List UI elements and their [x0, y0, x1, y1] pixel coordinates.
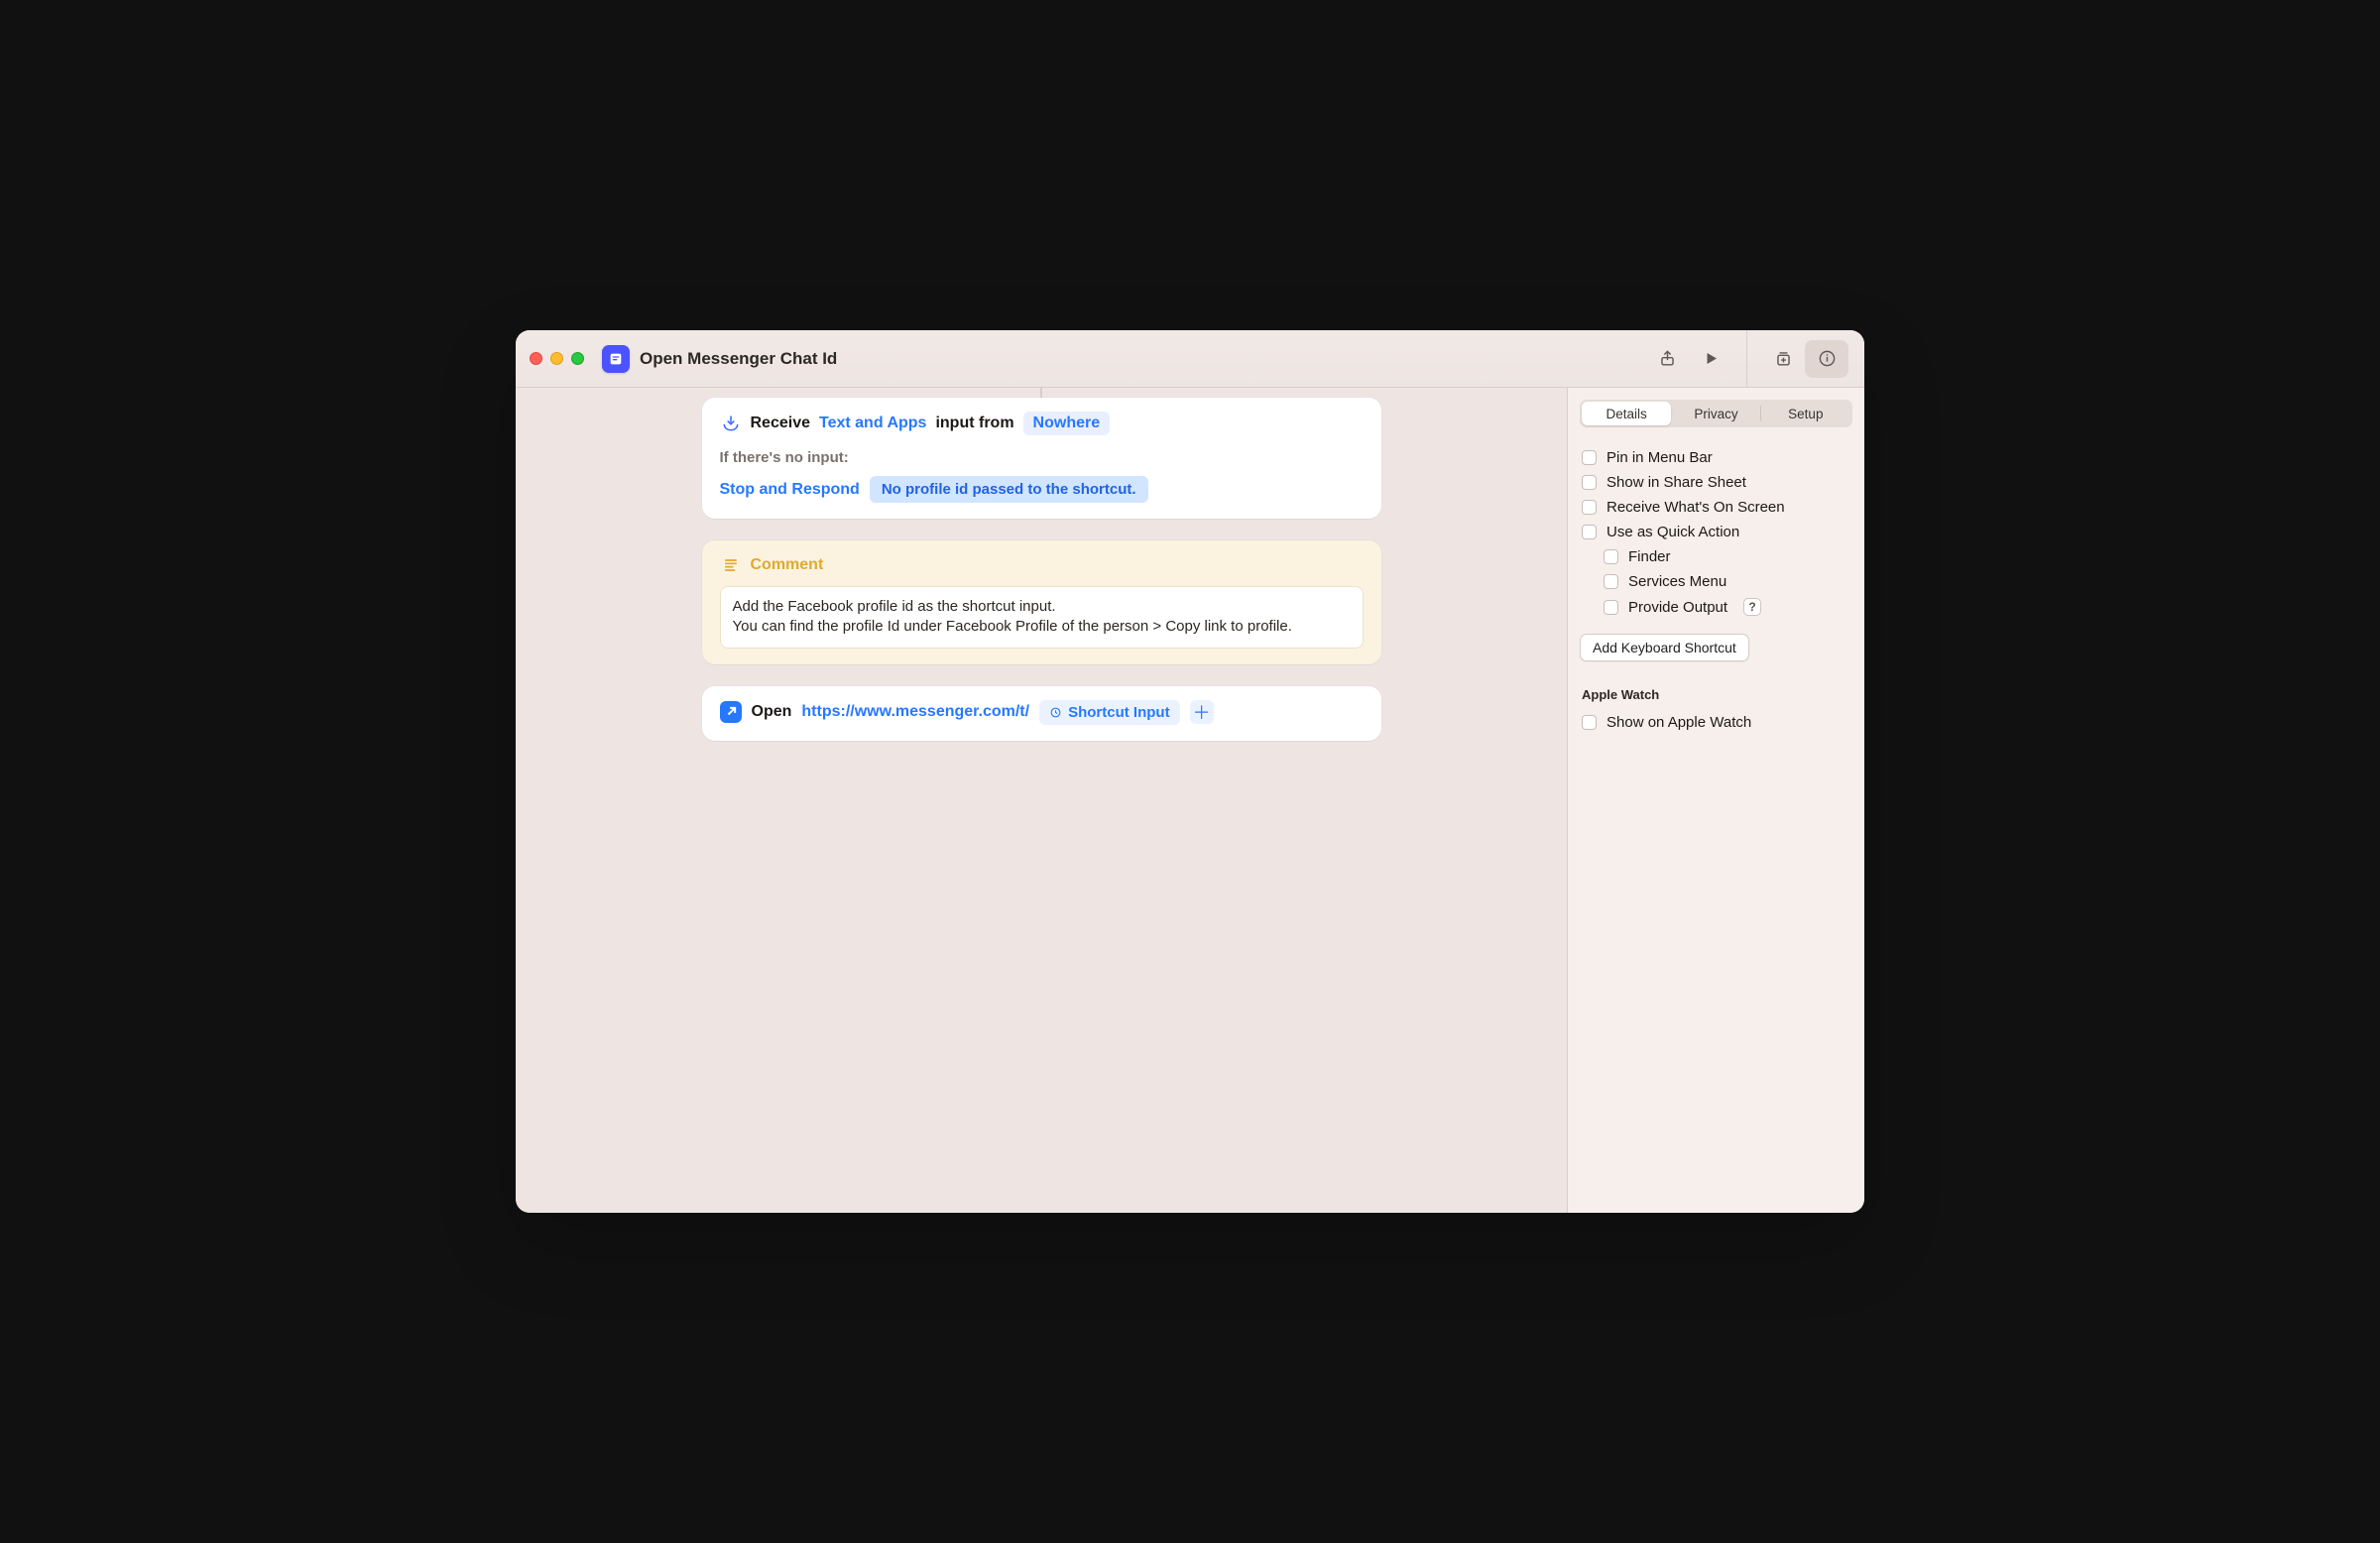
receive-icon [720, 413, 742, 434]
check-show-apple-watch[interactable]: Show on Apple Watch [1580, 710, 1852, 735]
apple-watch-section-title: Apple Watch [1582, 687, 1852, 702]
comment-title: Comment [751, 556, 824, 574]
open-url-variable-label: Shortcut Input [1068, 704, 1169, 721]
window-title: Open Messenger Chat Id [640, 349, 837, 369]
open-verb: Open [752, 703, 792, 721]
check-finder[interactable]: Finder [1580, 544, 1852, 569]
action-receive-input[interactable]: Receive Text and Apps input from Nowhere… [702, 398, 1381, 519]
run-button[interactable] [1689, 340, 1732, 378]
receive-types-token[interactable]: Text and Apps [819, 415, 926, 432]
check-pin-menu-bar[interactable]: Pin in Menu Bar [1580, 445, 1852, 470]
no-input-message-token[interactable]: No profile id passed to the shortcut. [870, 476, 1148, 503]
no-input-action-token[interactable]: Stop and Respond [720, 481, 860, 499]
shortcut-app-icon [602, 345, 630, 373]
check-label: Finder [1628, 548, 1671, 565]
editor-body: Receive Text and Apps input from Nowhere… [516, 388, 1864, 1213]
action-canvas[interactable]: Receive Text and Apps input from Nowhere… [516, 388, 1567, 1213]
check-label: Provide Output [1628, 599, 1727, 616]
comment-icon [720, 554, 742, 576]
share-button[interactable] [1645, 340, 1689, 378]
checkbox[interactable] [1582, 450, 1597, 465]
action-open-url[interactable]: Open https://www.messenger.com/t/ Shortc… [702, 686, 1381, 741]
toolbar: Open Messenger Chat Id [516, 330, 1864, 388]
check-label: Use as Quick Action [1606, 524, 1739, 540]
receive-source-token[interactable]: Nowhere [1023, 412, 1111, 435]
no-input-heading: If there's no input: [720, 449, 1364, 466]
action-comment[interactable]: Comment Add the Facebook profile id as t… [702, 540, 1381, 664]
check-label: Show in Share Sheet [1606, 474, 1746, 491]
add-keyboard-shortcut-button[interactable]: Add Keyboard Shortcut [1580, 634, 1749, 661]
check-share-sheet[interactable]: Show in Share Sheet [1580, 470, 1852, 495]
inspector-button[interactable] [1805, 340, 1848, 378]
receive-mid-text: input from [935, 415, 1013, 432]
help-icon[interactable]: ? [1743, 598, 1761, 616]
magic-variable-icon [1049, 706, 1062, 719]
checkbox[interactable] [1604, 574, 1618, 589]
check-provide-output[interactable]: Provide Output ? [1580, 594, 1852, 620]
close-window-button[interactable] [530, 352, 542, 365]
toolbar-right [1645, 330, 1864, 387]
library-button[interactable] [1761, 340, 1805, 378]
check-quick-action[interactable]: Use as Quick Action [1580, 520, 1852, 544]
open-url-add-variable[interactable]: ＋ [1190, 700, 1214, 724]
toolbar-divider [1746, 330, 1747, 388]
check-services-menu[interactable]: Services Menu [1580, 569, 1852, 594]
check-label: Services Menu [1628, 573, 1726, 590]
open-url-variable[interactable]: Shortcut Input [1039, 700, 1179, 725]
check-label: Receive What's On Screen [1606, 499, 1785, 516]
zoom-window-button[interactable] [571, 352, 584, 365]
inspector-sidebar: Details Privacy Setup Pin in Menu Bar Sh… [1567, 388, 1864, 1213]
checkbox[interactable] [1582, 715, 1597, 730]
open-url-icon [720, 701, 742, 723]
shortcuts-editor-window: Open Messenger Chat Id [516, 330, 1864, 1213]
checkbox[interactable] [1582, 475, 1597, 490]
receive-verb: Receive [751, 415, 811, 432]
tab-details[interactable]: Details [1582, 402, 1671, 425]
checkbox[interactable] [1604, 549, 1618, 564]
check-receive-screen[interactable]: Receive What's On Screen [1580, 495, 1852, 520]
check-label: Pin in Menu Bar [1606, 449, 1713, 466]
tab-privacy[interactable]: Privacy [1671, 402, 1760, 425]
inspector-tab-bar: Details Privacy Setup [1580, 400, 1852, 427]
open-url-token[interactable]: https://www.messenger.com/t/ [801, 703, 1029, 721]
checkbox[interactable] [1582, 500, 1597, 515]
check-label: Show on Apple Watch [1606, 714, 1751, 731]
minimize-window-button[interactable] [550, 352, 563, 365]
checkbox[interactable] [1604, 600, 1618, 615]
tab-setup[interactable]: Setup [1761, 402, 1850, 425]
checkbox[interactable] [1582, 525, 1597, 539]
comment-text[interactable]: Add the Facebook profile id as the short… [720, 586, 1364, 649]
window-controls [530, 352, 584, 365]
